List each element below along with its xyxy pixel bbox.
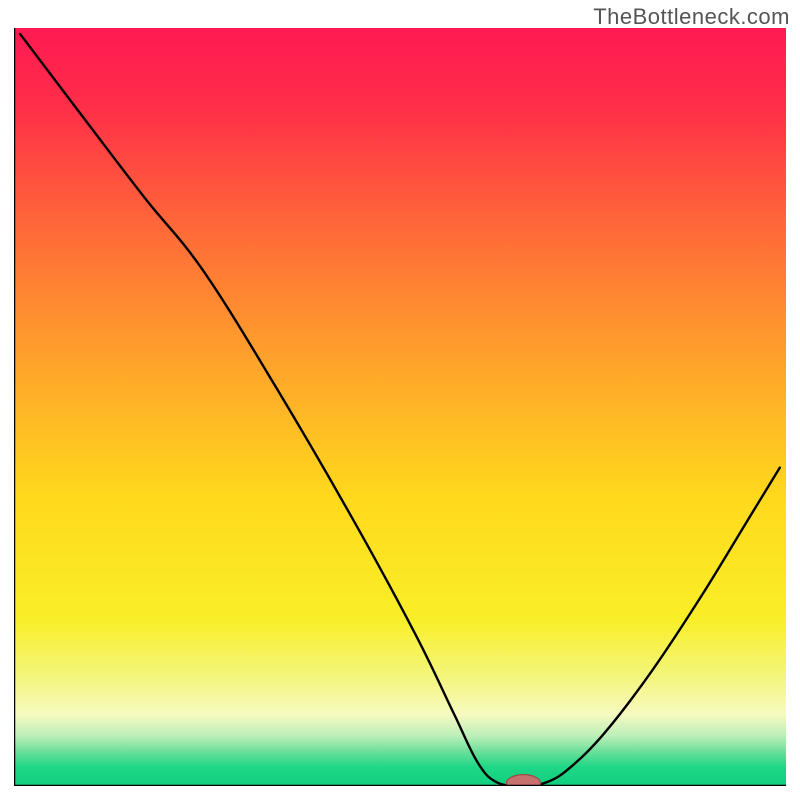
plot-area	[14, 28, 786, 786]
chart-svg	[14, 28, 786, 786]
plot-background	[14, 28, 786, 786]
chart-stage: TheBottleneck.com	[0, 0, 800, 800]
watermark-text: TheBottleneck.com	[593, 4, 790, 30]
